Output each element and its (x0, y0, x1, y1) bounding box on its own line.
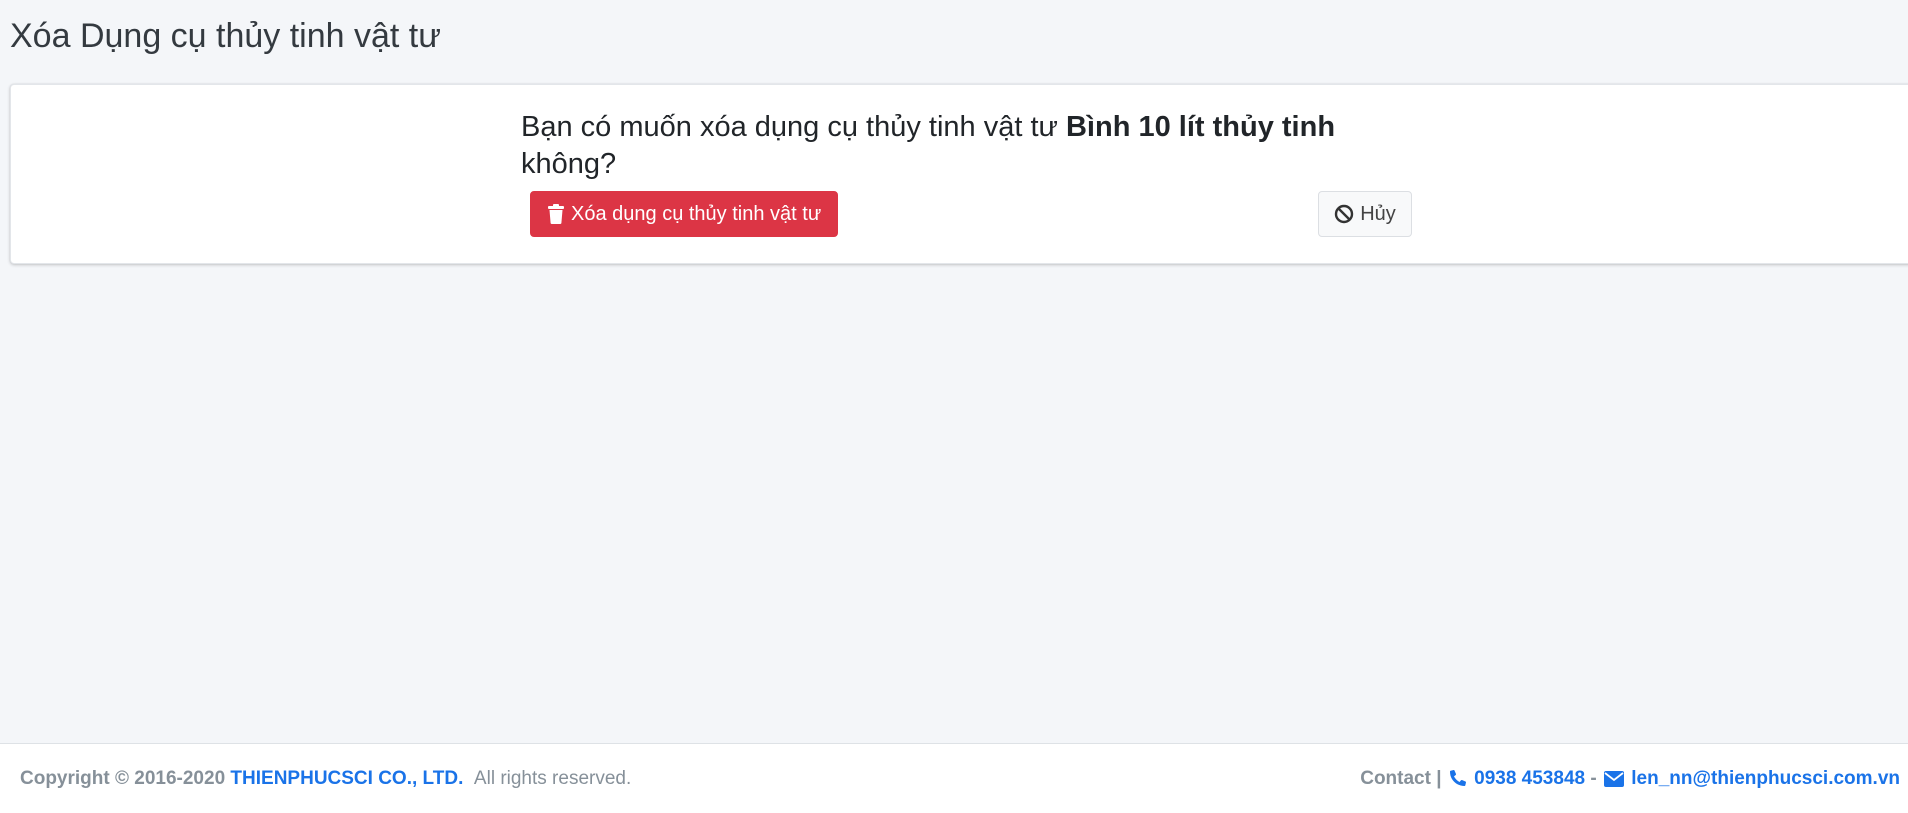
contact-separator: - (1590, 768, 1597, 789)
question-suffix: không? (521, 148, 617, 180)
confirm-question: Bạn có muốn xóa dụng cụ thủy tinh vật tư… (521, 109, 1401, 183)
delete-button-label: Xóa dụng cụ thủy tinh vật tư (571, 202, 822, 225)
rights-text: All rights reserved. (473, 768, 632, 789)
item-name: Bình 10 lít thủy tinh (1065, 111, 1336, 143)
contact-label: Contact | (1360, 768, 1442, 789)
email-link[interactable]: len_nn@thienphucsci.com.vn (1631, 768, 1900, 789)
envelope-icon (1603, 771, 1624, 793)
delete-confirm-card: Bạn có muốn xóa dụng cụ thủy tinh vật tư… (10, 84, 1908, 264)
confirm-block: Bạn có muốn xóa dụng cụ thủy tinh vật tư… (521, 109, 1421, 239)
question-prefix: Bạn có muốn xóa dụng cụ thủy tinh vật tư (521, 111, 1058, 143)
copyright-text: Copyright © 2016-2020 (20, 768, 226, 789)
page-title: Xóa Dụng cụ thủy tinh vật tư (10, 17, 442, 55)
footer-copyright: Copyright © 2016-2020 THIENPHUCSCI CO., … (20, 768, 631, 790)
company-link[interactable]: THIENPHUCSCI CO., LTD. (230, 768, 463, 789)
phone-link[interactable]: 0938 453848 (1474, 768, 1585, 789)
delete-button[interactable]: Xóa dụng cụ thủy tinh vật tư (530, 191, 838, 237)
footer-contact: Contact | 0938 453848 - len_nn@thienphuc… (1360, 768, 1900, 793)
ban-icon (1334, 204, 1354, 224)
cancel-button[interactable]: Hủy (1318, 191, 1412, 237)
footer: Copyright © 2016-2020 THIENPHUCSCI CO., … (0, 743, 1908, 813)
phone-icon (1449, 769, 1467, 793)
cancel-button-label: Hủy (1360, 202, 1396, 225)
trash-icon (547, 204, 565, 224)
confirm-actions: Xóa dụng cụ thủy tinh vật tư Hủy (521, 191, 1421, 239)
page: Xóa Dụng cụ thủy tinh vật tư Bạn có muốn… (0, 0, 1908, 813)
